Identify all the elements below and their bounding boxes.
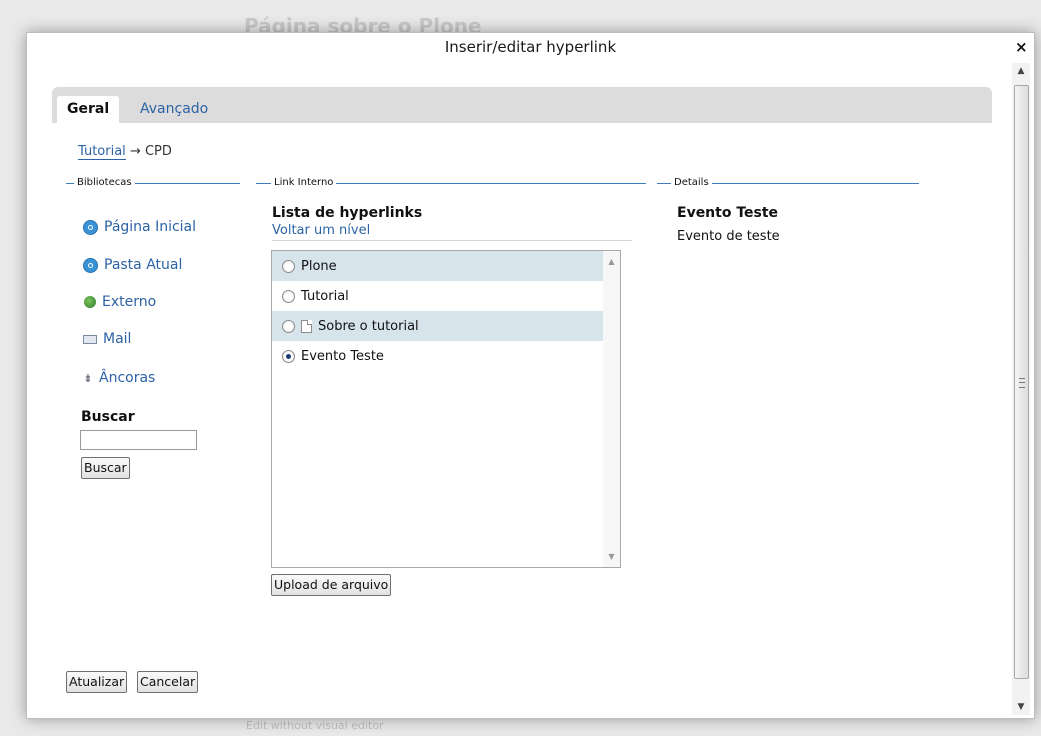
libraries-legend-label: Bibliotecas <box>74 177 135 189</box>
search-input[interactable] <box>80 430 197 450</box>
scroll-down-icon[interactable]: ▼ <box>1012 699 1030 715</box>
tab-bar: Geral Avançado <box>52 87 992 123</box>
home-target-icon <box>83 219 98 235</box>
dialog-title: Inserir/editar hyperlink <box>444 38 617 56</box>
globe-icon <box>84 296 96 308</box>
list-item-label: Sobre o tutorial <box>318 318 419 334</box>
update-button[interactable]: Atualizar <box>66 671 128 693</box>
cancel-button[interactable]: Cancelar <box>137 671 199 693</box>
background-footer-link: Edit without visual editor <box>246 719 384 732</box>
scrollbar-thumb[interactable] <box>1014 85 1029 679</box>
list-item-label: Evento Teste <box>301 348 384 364</box>
list-item[interactable]: Tutorial <box>272 281 604 311</box>
folder-target-icon <box>83 257 98 273</box>
upload-file-button[interactable]: Upload de arquivo <box>271 574 392 596</box>
list-item-label: Plone <box>301 258 337 274</box>
back-one-level-link[interactable]: Voltar um nível <box>272 223 370 238</box>
internal-link-legend-label: Link Interno <box>271 177 337 189</box>
library-label: Externo <box>102 294 157 310</box>
scroll-up-icon[interactable]: ▲ <box>603 257 620 266</box>
breadcrumb-current: CPD <box>144 144 172 159</box>
tab-avancado[interactable]: Avançado <box>130 96 218 123</box>
link-listbox[interactable]: Plone Tutorial Sobre o tutorial Evento T… <box>271 250 621 568</box>
details-legend-label: Details <box>671 177 712 189</box>
radio-button[interactable] <box>282 319 295 333</box>
breadcrumb-arrow: → <box>129 144 141 159</box>
document-icon <box>301 319 312 333</box>
library-label: Página Inicial <box>104 219 197 235</box>
radio-button-selected[interactable] <box>282 349 295 363</box>
radio-button[interactable] <box>282 259 295 273</box>
listbox-scrollbar[interactable]: ▲ ▼ <box>603 251 620 567</box>
library-pasta-atual[interactable]: Pasta Atual <box>83 257 182 273</box>
libraries-legend: Bibliotecas <box>66 177 240 189</box>
library-label: Mail <box>103 331 132 347</box>
details-title: Evento Teste <box>677 205 779 221</box>
list-item[interactable]: Evento Teste <box>272 341 604 371</box>
search-button[interactable]: Buscar <box>81 457 130 479</box>
library-ancoras[interactable]: ⇟ Âncoras <box>83 370 155 386</box>
breadcrumb-link-tutorial[interactable]: Tutorial <box>78 144 126 160</box>
list-item[interactable]: Plone <box>272 251 604 281</box>
details-legend: Details <box>657 177 919 189</box>
anchor-icon: ⇟ <box>83 371 93 385</box>
radio-button[interactable] <box>282 289 295 303</box>
close-icon[interactable]: × <box>1015 39 1028 55</box>
divider <box>272 240 632 241</box>
scroll-up-icon[interactable]: ▲ <box>1012 63 1030 79</box>
scroll-grip-icon <box>1019 378 1025 388</box>
library-label: Pasta Atual <box>104 257 183 273</box>
list-item[interactable]: Sobre o tutorial <box>272 311 604 341</box>
list-item-label: Tutorial <box>301 288 349 304</box>
mail-icon <box>83 334 97 344</box>
library-mail[interactable]: Mail <box>83 331 131 347</box>
internal-link-legend: Link Interno <box>256 177 646 189</box>
library-label: Âncoras <box>99 370 156 386</box>
link-list-title: Lista de hyperlinks <box>272 205 423 221</box>
dialog-scrollbar[interactable]: ▲ ▼ <box>1012 63 1030 715</box>
tab-geral[interactable]: Geral <box>57 96 120 123</box>
library-externo[interactable]: Externo <box>83 294 156 310</box>
search-label: Buscar <box>81 409 135 425</box>
library-pagina-inicial[interactable]: Página Inicial <box>83 219 196 235</box>
details-description: Evento de teste <box>677 229 780 244</box>
breadcrumb: Tutorial → CPD <box>78 144 172 160</box>
insert-link-dialog: Inserir/editar hyperlink × ▲ ▼ Geral Ava… <box>26 32 1035 719</box>
scroll-down-icon[interactable]: ▼ <box>603 552 620 561</box>
